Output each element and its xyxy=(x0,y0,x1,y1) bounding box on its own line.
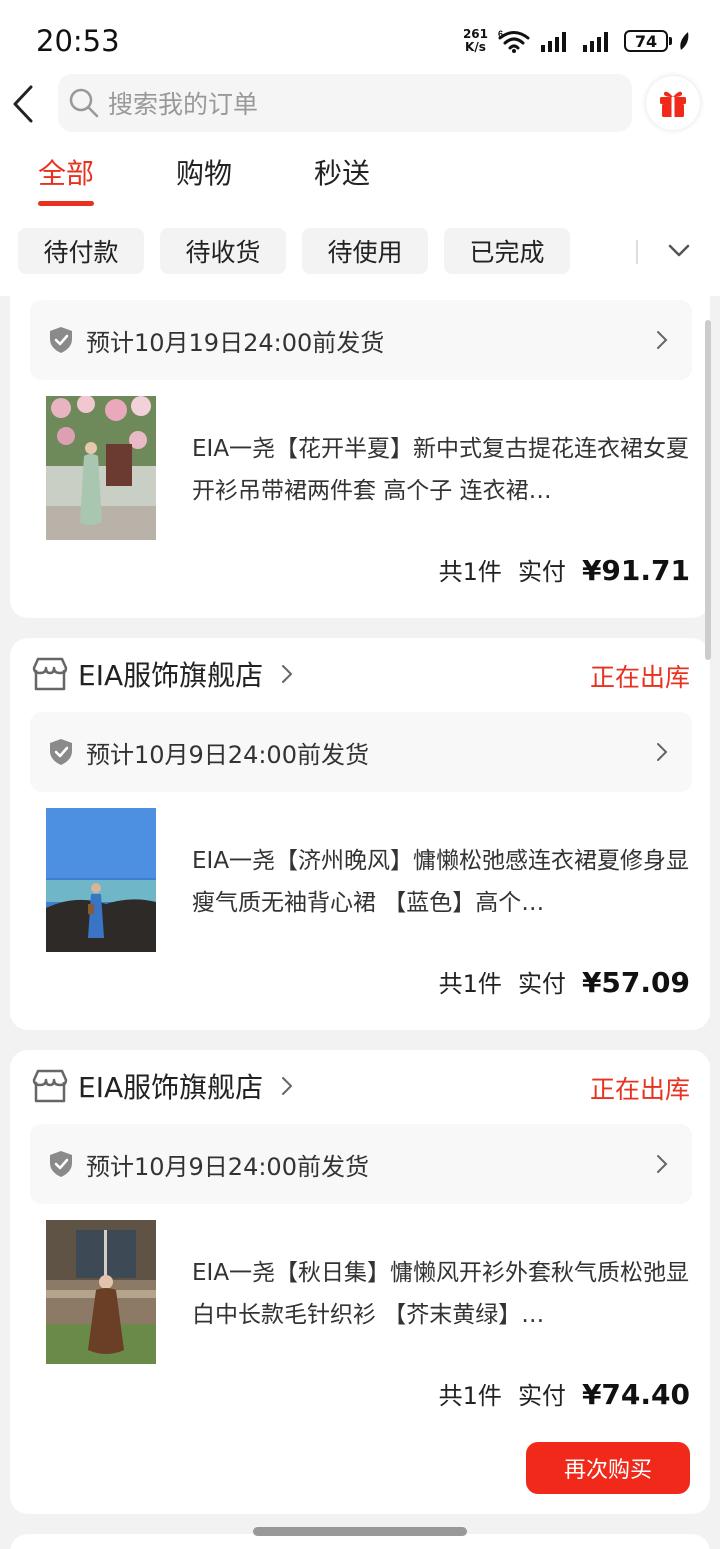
status-icons: 261 K/s 6 74 xyxy=(463,28,690,54)
chevron-right-icon xyxy=(657,331,668,349)
product-image[interactable] xyxy=(46,808,156,952)
item-count: 共1件 xyxy=(438,1382,502,1410)
item-count: 共1件 xyxy=(438,558,502,586)
order-card[interactable]: EIA服饰旗舰店 正在出库 预计10月9日24:00前发货 EIA一尧【秋日集】… xyxy=(10,1050,710,1514)
product-title[interactable]: EIA一尧【济州晚风】慵懒松弛感连衣裙夏修身显瘦气质无袖背心裙 【蓝色】高个… xyxy=(192,840,692,924)
gift-button[interactable] xyxy=(646,76,700,130)
signal-icon xyxy=(583,32,608,52)
search-input[interactable]: 搜索我的订单 xyxy=(58,74,632,132)
filter-pending-payment[interactable]: 待付款 xyxy=(18,228,144,274)
shipping-info[interactable]: 预计10月19日24:00前发货 xyxy=(30,300,692,380)
net-speed-unit: K/s xyxy=(465,40,486,54)
order-card[interactable]: 预计10月19日24:00前发货 EIA一尧【花开半夏】新中式复古提花连衣裙女夏… xyxy=(10,240,710,618)
battery-level: 74 xyxy=(634,31,658,51)
chevron-right-icon xyxy=(282,1077,293,1095)
product-title[interactable]: EIA一尧【花开半夏】新中式复古提花连衣裙女夏开衫吊带裙两件套 高个子 连衣裙… xyxy=(192,428,692,512)
battery-icon: 74 xyxy=(624,30,672,52)
search-icon xyxy=(69,88,99,118)
order-card[interactable]: EIA服饰旗舰店 正在出库 预计10月9日24:00前发货 EIA一尧【济州晚风… xyxy=(10,638,710,1030)
chevron-right-icon xyxy=(657,743,668,761)
store-icon xyxy=(32,1069,68,1103)
order-tabs: 全部 购物 秒送 xyxy=(38,152,370,206)
shipping-info[interactable]: 预计10月9日24:00前发货 xyxy=(30,1124,692,1204)
item-count: 共1件 xyxy=(438,970,502,998)
shield-check-icon xyxy=(50,739,72,765)
paid-label: 实付 xyxy=(517,1382,566,1410)
shipping-text: 预计10月19日24:00前发货 xyxy=(86,328,385,357)
store-icon xyxy=(32,657,68,691)
filter-pending-receipt[interactable]: 待收货 xyxy=(160,228,286,274)
store-link[interactable]: EIA服饰旗舰店 xyxy=(30,654,293,694)
tab-all[interactable]: 全部 xyxy=(38,152,95,206)
scrollbar[interactable] xyxy=(705,320,711,660)
paid-label: 实付 xyxy=(517,558,566,586)
filter-pending-use[interactable]: 待使用 xyxy=(302,228,428,274)
paid-label: 实付 xyxy=(517,970,566,998)
price-row: 共1件 实付 ¥74.40 xyxy=(439,1376,690,1411)
tab-shopping[interactable]: 购物 xyxy=(176,152,232,192)
filter-completed[interactable]: 已完成 xyxy=(444,228,570,274)
leaf-icon xyxy=(680,32,689,50)
net-speed: 261 K/s xyxy=(463,28,488,54)
store-link[interactable]: EIA服饰旗舰店 xyxy=(30,1066,293,1106)
chevron-right-icon xyxy=(657,1155,668,1173)
shipping-info[interactable]: 预计10月9日24:00前发货 xyxy=(30,712,692,792)
woman-seated-brown-dress-photo xyxy=(46,1220,156,1364)
status-time: 20:53 xyxy=(36,24,120,58)
gift-icon xyxy=(660,91,686,117)
divider xyxy=(636,240,638,264)
paid-amount: ¥74.40 xyxy=(581,1378,690,1411)
chevron-right-icon xyxy=(282,665,293,683)
woman-by-sea-photo xyxy=(46,808,156,952)
tab-express[interactable]: 秒送 xyxy=(314,152,370,192)
product-image[interactable] xyxy=(46,1220,156,1364)
wifi-icon: 6 xyxy=(498,29,530,53)
product-image[interactable] xyxy=(46,396,156,540)
home-indicator[interactable] xyxy=(253,1527,467,1536)
store-name: EIA服饰旗舰店 xyxy=(78,659,264,692)
search-placeholder: 搜索我的订单 xyxy=(108,90,259,119)
paid-amount: ¥57.09 xyxy=(581,966,690,999)
shipping-text: 预计10月9日24:00前发货 xyxy=(86,740,369,769)
price-row: 共1件 实付 ¥57.09 xyxy=(439,964,690,999)
chevron-down-icon xyxy=(668,244,690,257)
chevron-left-icon xyxy=(13,85,33,123)
search-row: 搜索我的订单 xyxy=(0,72,720,136)
shield-check-icon xyxy=(50,1151,72,1177)
price-row: 共1件 实付 ¥91.71 xyxy=(439,552,690,587)
shield-check-icon xyxy=(50,327,72,353)
wifi-badge: 6 xyxy=(498,29,503,39)
paid-amount: ¥91.71 xyxy=(581,554,690,587)
product-title[interactable]: EIA一尧【秋日集】慵懒风开衫外套秋气质松弛显白中长款毛针织衫 【芥末黄绿】… xyxy=(192,1252,692,1336)
status-bar: 20:53 261 K/s 6 74 xyxy=(0,0,720,80)
store-name: EIA服饰旗舰店 xyxy=(78,1071,264,1104)
back-button[interactable] xyxy=(8,82,38,126)
expand-filters-button[interactable] xyxy=(662,232,696,270)
header: 20:53 261 K/s 6 74 搜索我的订单 全部 购物 秒送 待付款 待… xyxy=(0,0,720,296)
status-filters: 待付款 待收货 待使用 已完成 xyxy=(18,228,570,274)
buy-again-button[interactable]: 再次购买 xyxy=(526,1442,690,1494)
signal-icon xyxy=(541,32,566,52)
order-status: 正在出库 xyxy=(589,1075,690,1104)
order-status: 正在出库 xyxy=(589,663,690,692)
shipping-text: 预计10月9日24:00前发货 xyxy=(86,1152,369,1181)
order-card[interactable] xyxy=(10,1534,710,1549)
woman-in-floral-dress-photo xyxy=(46,396,156,540)
